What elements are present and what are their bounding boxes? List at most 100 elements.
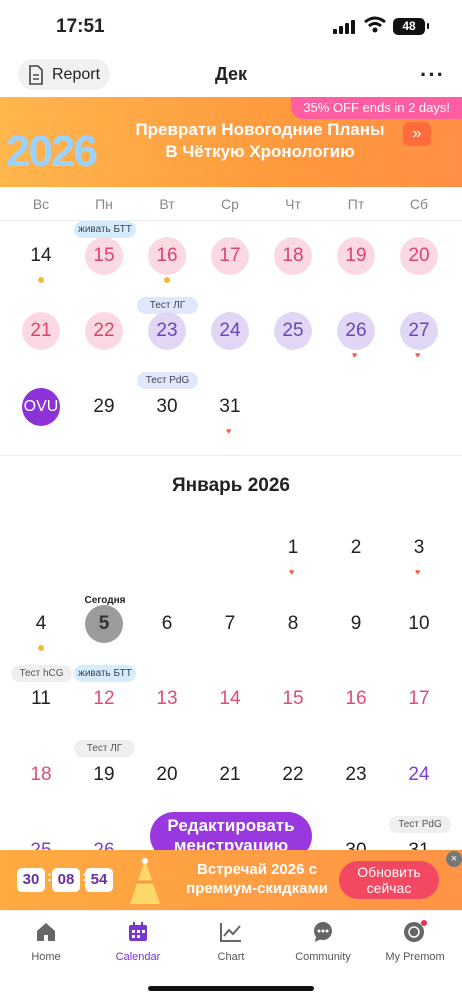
- calendar-day[interactable]: OVU: [22, 388, 60, 426]
- calendar-day[interactable]: 23: [337, 756, 375, 794]
- banner-line-1: Преврати Новогодние Планы: [135, 120, 385, 139]
- calendar-day[interactable]: 12: [85, 680, 123, 718]
- calendar-day[interactable]: 18: [274, 237, 312, 275]
- weekday-label: Вт: [159, 196, 175, 212]
- month-title-january: Январь 2026: [172, 475, 290, 496]
- weekday-label: Вс: [32, 196, 50, 212]
- calendar-day[interactable]: 10: [400, 605, 438, 643]
- calendar-day[interactable]: 8: [274, 605, 312, 643]
- bottom-banner-text: Встречай 2026 с премиум-скидками: [172, 860, 342, 898]
- calendar-day[interactable]: 22: [85, 312, 123, 350]
- calendar-day[interactable]: 22: [274, 756, 312, 794]
- calendar-day[interactable]: 19: [85, 756, 123, 794]
- weekday-label: Пн: [95, 196, 113, 212]
- bottom-banner-line-1: Встречай 2026 с: [197, 861, 317, 878]
- calendar-day[interactable]: 13: [148, 680, 186, 718]
- calendar-day[interactable]: 27: [400, 312, 438, 350]
- divider: [0, 220, 462, 221]
- calendar-day[interactable]: 30: [148, 388, 186, 426]
- calendar-day[interactable]: 16: [337, 680, 375, 718]
- calendar-day[interactable]: 7: [211, 605, 249, 643]
- calendar-icon: [129, 922, 147, 941]
- profile-icon: [404, 920, 427, 942]
- banner-arrow-button[interactable]: »: [403, 122, 431, 146]
- calendar-day[interactable]: 3: [400, 529, 438, 567]
- calendar-day[interactable]: 14: [22, 237, 60, 275]
- calendar-day[interactable]: 16: [148, 237, 186, 275]
- banner-text: Преврати Новогодние Планы В Чёткую Хроно…: [120, 119, 400, 163]
- calendar-day[interactable]: 9: [337, 605, 375, 643]
- calendar-day[interactable]: 4: [22, 605, 60, 643]
- calendar-day[interactable]: 15: [85, 237, 123, 275]
- calendar-day[interactable]: 5: [85, 605, 123, 643]
- test-tag-pdg[interactable]: Тест PdG: [389, 816, 451, 833]
- calendar-day[interactable]: 18: [22, 756, 60, 794]
- calendar-day[interactable]: 20: [148, 756, 186, 794]
- calendar-day[interactable]: 31: [211, 388, 249, 426]
- status-time: 17:51: [56, 16, 105, 37]
- heart-icon: ♥: [226, 426, 232, 436]
- fertility-dot: [38, 277, 44, 283]
- close-icon[interactable]: ×: [446, 851, 462, 867]
- calendar-day[interactable]: 25: [274, 312, 312, 350]
- calendar-day[interactable]: 1: [274, 529, 312, 567]
- calendar-day[interactable]: 26: [337, 312, 375, 350]
- status-bar: 17:51 48: [0, 0, 462, 54]
- calendar-day[interactable]: 6: [148, 605, 186, 643]
- calendar-day[interactable]: 20: [400, 237, 438, 275]
- fertility-dot: [164, 277, 170, 283]
- tab-home[interactable]: Home: [1, 919, 91, 963]
- edit-line-1: Редактировать: [167, 816, 295, 835]
- update-line-1: Обновить: [357, 864, 421, 880]
- calendar-day[interactable]: 15: [274, 680, 312, 718]
- calendar-day[interactable]: 2: [337, 529, 375, 567]
- update-line-2: сейчас: [366, 880, 412, 896]
- fertility-dot: [38, 645, 44, 651]
- party-hat-icon: [130, 858, 160, 904]
- calendar-day[interactable]: 24: [211, 312, 249, 350]
- test-tag-btt[interactable]: живать БТТ: [74, 221, 136, 238]
- weekday-label: Ср: [221, 196, 239, 212]
- heart-icon: ♥: [352, 350, 358, 360]
- tab-label: Home: [31, 951, 61, 963]
- signal-icon: [333, 20, 355, 34]
- timer-seconds: 54: [85, 868, 113, 892]
- update-now-button[interactable]: Обновить сейчас: [339, 861, 439, 899]
- tab-calendar[interactable]: Calendar: [93, 919, 183, 963]
- tab-chart[interactable]: Chart: [186, 919, 276, 963]
- tab-community[interactable]: Community: [278, 919, 368, 963]
- wifi-icon: [364, 16, 386, 33]
- calendar-day[interactable]: 23: [148, 312, 186, 350]
- test-tag-pdg[interactable]: Тест PdG: [137, 372, 198, 389]
- calendar-day[interactable]: 24: [400, 756, 438, 794]
- bottom-promo-banner[interactable]: 30 : 08 : 54 Встречай 2026 с премиум-ски…: [0, 850, 462, 910]
- weekday-label: Чт: [285, 196, 301, 212]
- calendar-day[interactable]: 29: [85, 388, 123, 426]
- tab-my-premom[interactable]: My Premom: [370, 919, 460, 963]
- more-options-icon[interactable]: ···: [420, 62, 445, 88]
- calendar-day[interactable]: 14: [211, 680, 249, 718]
- calendar-day[interactable]: 21: [211, 756, 249, 794]
- tab-label: Community: [295, 951, 351, 963]
- calendar-day[interactable]: 21: [22, 312, 60, 350]
- home-indicator: [148, 986, 314, 991]
- weekday-label: Пт: [347, 196, 365, 212]
- tab-label: Chart: [217, 951, 245, 963]
- promo-banner[interactable]: 2026 35% OFF ends in 2 days! Преврати Но…: [0, 97, 462, 187]
- divider: [0, 455, 462, 456]
- banner-line-2: В Чёткую Хронологию: [165, 142, 355, 161]
- chart-icon: [220, 923, 241, 942]
- calendar-day[interactable]: 17: [211, 237, 249, 275]
- promo-badge: 35% OFF ends in 2 days!: [291, 97, 462, 119]
- timer-minutes: 08: [52, 868, 80, 892]
- tab-label: Calendar: [115, 951, 161, 963]
- tab-label: My Premom: [385, 951, 445, 963]
- calendar-day[interactable]: 19: [337, 237, 375, 275]
- calendar-day[interactable]: 11: [22, 680, 60, 718]
- banner-year: 2026: [6, 127, 98, 176]
- page-title: Дек: [214, 64, 248, 84]
- test-tag-lh[interactable]: Тест ЛГ: [74, 740, 135, 757]
- calendar-day[interactable]: 17: [400, 680, 438, 718]
- heart-icon: ♥: [415, 567, 421, 577]
- weekday-label: Сб: [409, 196, 429, 212]
